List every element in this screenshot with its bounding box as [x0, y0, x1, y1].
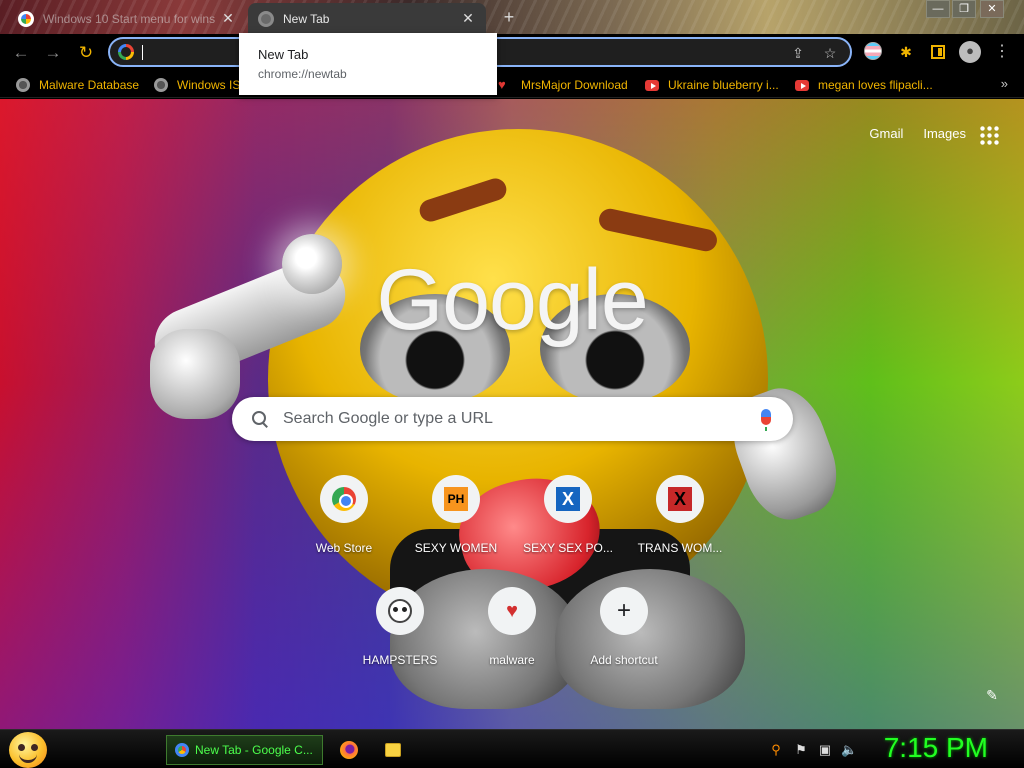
shortcut-label: Add shortcut: [590, 653, 658, 667]
shortcut-trans-wom[interactable]: X TRANS WOM...: [624, 459, 736, 571]
shortcut-sexy-women[interactable]: PH SEXY WOMEN: [400, 459, 512, 571]
profile-avatar-icon[interactable]: ●: [959, 41, 981, 63]
bookmark-star-icon[interactable]: ☆: [820, 43, 840, 63]
shortcut-add-shortcut[interactable]: + Add shortcut: [568, 571, 680, 683]
ntp-search-box[interactable]: [232, 397, 793, 441]
more-bookmarks-chevron-icon[interactable]: »: [1001, 76, 1008, 91]
text-caret: [142, 45, 143, 60]
plus-icon: +: [616, 597, 631, 624]
extensions-puzzle-icon[interactable]: ✱: [896, 42, 916, 62]
tab-title: Windows 10 Start menu for wins: [43, 11, 216, 26]
google-logo-text: Google: [376, 252, 648, 348]
shortcut-malware[interactable]: ♥ malware: [456, 571, 568, 683]
google-g-icon: [118, 44, 134, 60]
google-favicon-icon: [18, 10, 34, 27]
heart-icon: ♥: [506, 600, 518, 622]
shortcut-label: SEXY WOMEN: [414, 541, 498, 555]
bookmark-megan-loves-flipacli[interactable]: megan loves flipacli...: [795, 76, 933, 94]
shortcut-icon-container: [376, 587, 424, 635]
bookmark-malware-database[interactable]: Malware Database: [16, 76, 139, 94]
search-icon: [250, 409, 270, 429]
customize-pencil-icon[interactable]: ✎: [984, 687, 1000, 703]
chrome-menu-icon[interactable]: ⋮: [992, 42, 1012, 62]
bookmark-ukraine-blueberry[interactable]: Ukraine blueberry i...: [645, 76, 779, 94]
new-tab-page: Gmail Images Google Web Store PH SEXY WO…: [0, 99, 1024, 729]
ntp-top-links: Gmail Images: [869, 126, 966, 141]
shortcut-icon-container: X: [544, 475, 592, 523]
shortcut-icon-container: X: [656, 475, 704, 523]
tab-new-tab[interactable]: New Tab ✕: [248, 3, 486, 34]
bookmark-label: Malware Database: [39, 78, 140, 92]
chrome-icon: [175, 743, 189, 757]
bookmark-label: MrsMajor Download: [521, 78, 628, 92]
red-x-site-icon: X: [668, 487, 692, 511]
bookmark-label: megan loves flipacli...: [818, 78, 933, 92]
start-button-smiley-icon[interactable]: [9, 732, 47, 768]
globe-icon: [154, 78, 168, 92]
bookmark-mrsmajor-download[interactable]: ♥ MrsMajor Download: [498, 76, 628, 94]
gmail-link[interactable]: Gmail: [869, 126, 903, 141]
taskbar-clock[interactable]: 7:15 PM: [884, 732, 988, 764]
volume-icon[interactable]: 🔈: [841, 742, 857, 758]
reload-icon[interactable]: ↻: [73, 40, 99, 66]
shortcut-web-store[interactable]: Web Store: [288, 459, 400, 571]
trans-flag-extension-icon[interactable]: [864, 42, 882, 60]
forward-arrow-icon[interactable]: →: [40, 40, 66, 66]
maximize-button[interactable]: ❐: [952, 0, 976, 18]
bookmarks-bar: Malware Database Windows IS ♥ MrsMajor D…: [0, 71, 1024, 98]
shortcut-label: Web Store: [315, 541, 373, 555]
ntp-search-input[interactable]: [283, 408, 733, 430]
newtab-favicon-icon: [258, 10, 274, 27]
taskbar: New Tab - Google C... ⚲ ⚑ ▣ 🔈 7:15 PM: [0, 729, 1024, 768]
search-magnifier-icon[interactable]: ⚲: [768, 742, 784, 758]
close-tab-icon[interactable]: ✕: [460, 10, 476, 27]
close-window-button[interactable]: ✕: [980, 0, 1004, 18]
shortcut-icon-container: [320, 475, 368, 523]
hover-card-title: New Tab: [258, 47, 309, 62]
bookmark-windows-is[interactable]: Windows IS: [154, 76, 240, 94]
side-panel-icon[interactable]: [931, 45, 945, 59]
shortcut-hampsters[interactable]: HAMPSTERS: [344, 571, 456, 683]
taskbar-item-label: New Tab - Google C...: [195, 743, 313, 757]
back-arrow-icon[interactable]: ←: [8, 40, 34, 66]
shortcut-sexy-sex-po[interactable]: X SEXY SEX PO...: [512, 459, 624, 571]
images-link[interactable]: Images: [923, 126, 966, 141]
minimize-button[interactable]: —: [926, 0, 950, 18]
close-tab-icon[interactable]: ✕: [220, 10, 236, 27]
tab-hover-card: New Tab chrome://newtab: [239, 33, 497, 95]
taskbar-item-chrome[interactable]: New Tab - Google C...: [166, 735, 323, 765]
youtube-icon: [645, 79, 659, 91]
shortcut-icon-container: PH: [432, 475, 480, 523]
shortcut-icon-container: ♥: [488, 587, 536, 635]
google-apps-grid-icon[interactable]: [979, 125, 999, 145]
blue-x-site-icon: X: [556, 487, 580, 511]
voice-search-mic-icon[interactable]: [761, 409, 771, 431]
shortcut-label: malware: [489, 653, 535, 667]
google-logo: Google: [0, 251, 1024, 350]
network-icon[interactable]: ▣: [817, 742, 833, 758]
globe-icon: [16, 78, 30, 92]
web-store-icon: [332, 487, 356, 511]
shortcut-label: TRANS WOM...: [637, 541, 723, 555]
firefox-icon[interactable]: [340, 741, 358, 759]
heart-icon: ♥: [498, 77, 506, 92]
shortcut-icon-container: +: [600, 587, 648, 635]
ph-site-icon: PH: [444, 487, 468, 511]
bookmark-label: Windows IS: [177, 78, 241, 92]
hover-card-url: chrome://newtab: [258, 67, 347, 81]
tab-title: New Tab: [283, 11, 330, 26]
shortcut-label: SEXY SEX PO...: [523, 541, 613, 555]
tab-windows10-start-menu[interactable]: Windows 10 Start menu for wins ✕: [8, 3, 246, 34]
browser-toolbar: ← → ↻ ⇪ ☆ ✱ ● ⋮: [0, 34, 1024, 71]
youtube-icon: [795, 79, 809, 91]
action-center-flag-icon[interactable]: ⚑: [793, 742, 809, 758]
hamster-icon: [388, 599, 412, 623]
share-icon[interactable]: ⇪: [788, 43, 808, 63]
new-tab-button[interactable]: +: [498, 6, 520, 28]
bookmark-label: Ukraine blueberry i...: [668, 78, 779, 92]
shortcut-label: HAMPSTERS: [362, 653, 438, 667]
file-explorer-folder-icon[interactable]: [385, 743, 401, 757]
tab-strip: Windows 10 Start menu for wins ✕ New Tab…: [0, 0, 1024, 34]
